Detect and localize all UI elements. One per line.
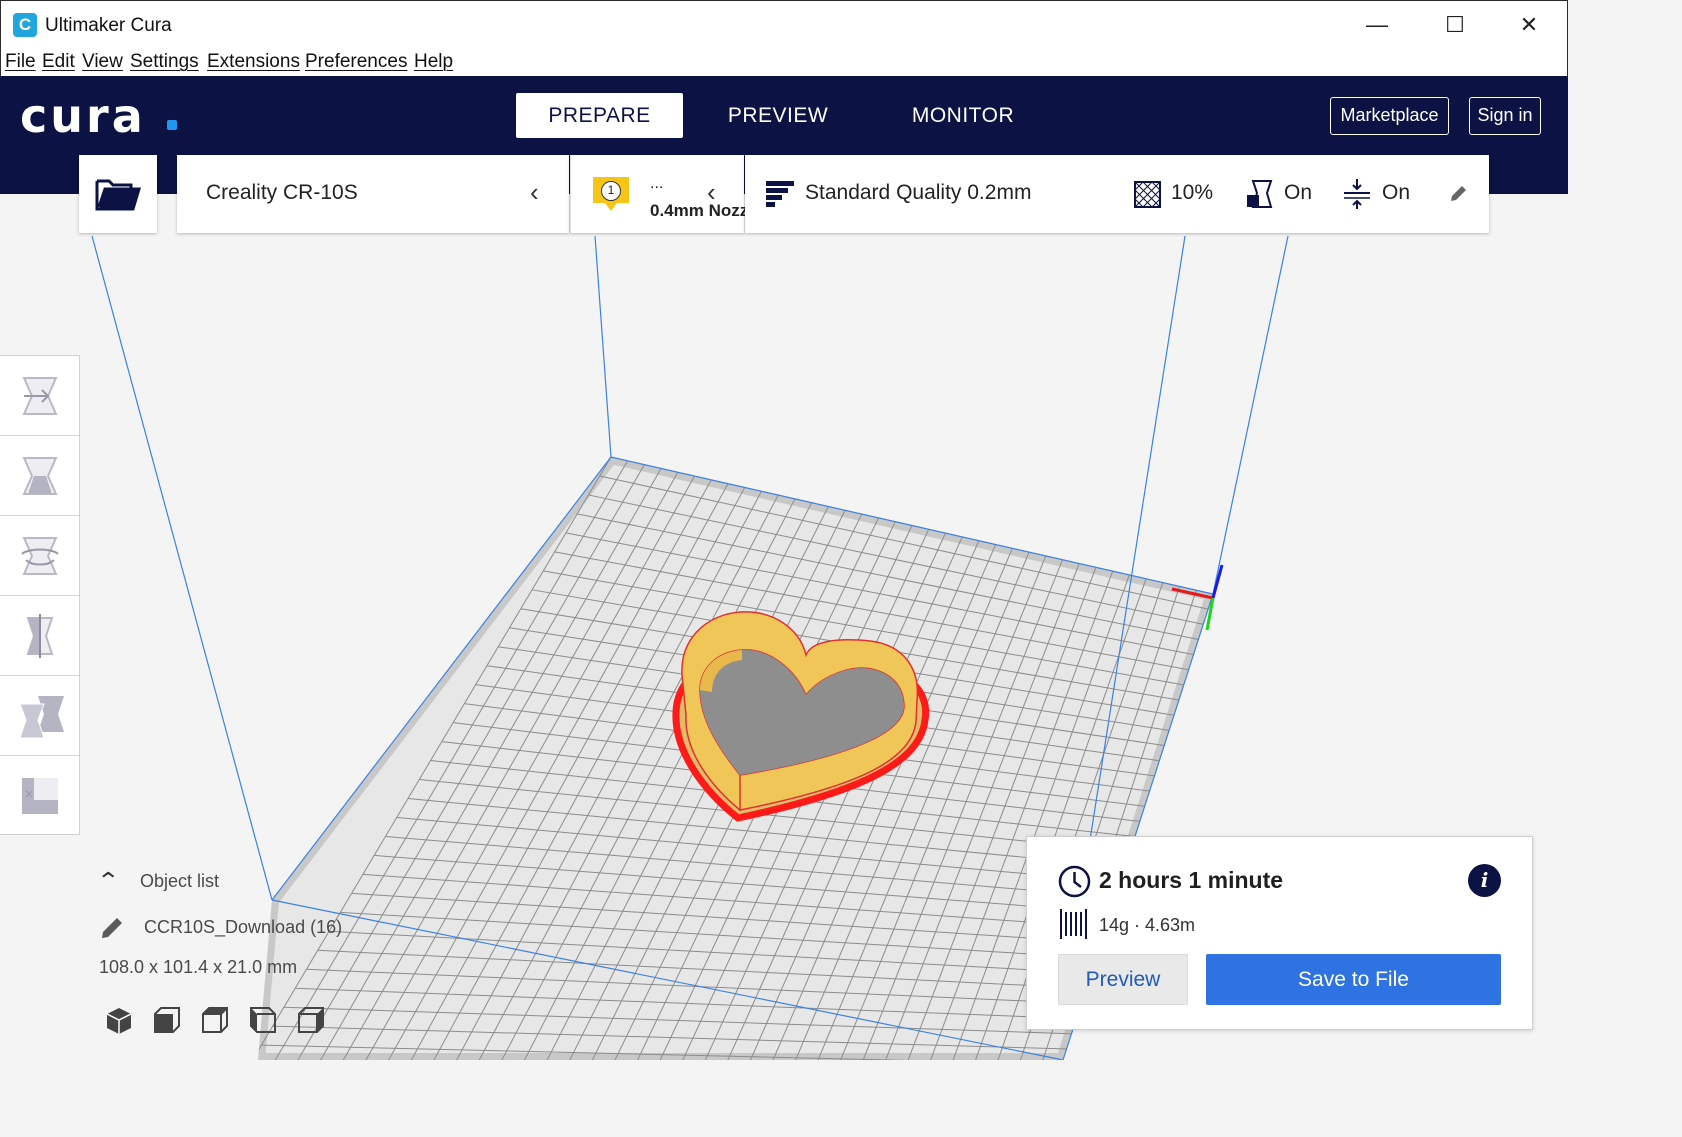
clock-icon <box>1058 865 1091 898</box>
scale-icon <box>22 457 58 495</box>
pencil-icon[interactable] <box>1449 185 1467 203</box>
nozzle-size: 0.4mm Nozzle <box>650 201 745 220</box>
object-name: CCR10S_Download (16) <box>144 917 343 937</box>
per-model-settings-tool-button[interactable] <box>0 676 79 756</box>
menu-view[interactable]: View <box>82 51 123 73</box>
cura-app-icon: C <box>13 13 37 37</box>
logo-text: cura <box>20 89 146 143</box>
extruder-number: 1 <box>601 181 621 201</box>
support-icon <box>1247 180 1273 208</box>
window-title: Ultimaker Cura <box>45 15 172 36</box>
menu-bar: File Edit View Settings Extensions Prefe… <box>0 48 1568 76</box>
material-usage: 14g · 4.63m <box>1099 915 1196 935</box>
info-icon[interactable]: i <box>1468 864 1501 897</box>
tool-panel: × <box>0 355 80 835</box>
profile-name: Standard Quality 0.2mm <box>805 181 1032 204</box>
object-dimensions: 108.0 x 101.4 x 21.0 mm <box>99 957 298 977</box>
mirror-tool-button[interactable] <box>0 596 79 676</box>
support-blocker-tool-button[interactable]: × <box>0 756 79 836</box>
menu-file[interactable]: File <box>5 51 36 73</box>
menu-extensions[interactable]: Extensions <box>207 51 300 73</box>
move-icon <box>22 377 58 415</box>
menu-settings[interactable]: Settings <box>130 51 199 73</box>
window-titlebar: C Ultimaker Cura — ☐ ✕ <box>0 0 1568 48</box>
printer-name: Creality CR-10S <box>206 181 358 204</box>
adhesion-value: On <box>1382 181 1411 204</box>
quality-bars-icon <box>766 181 794 207</box>
close-button[interactable]: ✕ <box>1499 7 1559 43</box>
print-time: 2 hours 1 minute <box>1099 867 1284 893</box>
scale-tool-button[interactable] <box>0 436 79 516</box>
front-view-icon[interactable] <box>151 1004 183 1036</box>
per-model-settings-icon <box>19 696 64 739</box>
chevron-left-icon: ‹ <box>530 177 539 207</box>
minimize-button[interactable]: — <box>1347 7 1407 43</box>
menu-help[interactable]: Help <box>414 51 453 73</box>
folder-open-icon <box>95 179 141 211</box>
maximize-button[interactable]: ☐ <box>1425 7 1485 43</box>
object-list-toggle[interactable]: Object list <box>140 871 219 892</box>
extruder-selector[interactable]: 1 ... ‹ 0.4mm Nozzle <box>570 155 745 233</box>
left-view-icon[interactable] <box>247 1004 279 1036</box>
printer-selector[interactable]: Creality CR-10S ‹ <box>177 155 569 233</box>
support-blocker-icon: × <box>22 778 58 814</box>
marketplace-button[interactable]: Marketplace <box>1330 97 1449 135</box>
pencil-icon[interactable] <box>99 915 125 941</box>
material-name: ... <box>650 175 664 192</box>
adhesion-icon <box>1344 179 1370 209</box>
menu-edit[interactable]: Edit <box>42 51 75 73</box>
tab-preview[interactable]: PREVIEW <box>700 93 856 138</box>
spool-icon <box>1060 909 1087 939</box>
menu-preferences[interactable]: Preferences <box>305 51 407 73</box>
sign-in-button[interactable]: Sign in <box>1469 97 1541 135</box>
cura-logo: cura <box>20 93 146 139</box>
support-value: On <box>1284 181 1313 204</box>
save-to-file-button[interactable]: Save to File <box>1206 954 1501 1005</box>
tab-prepare[interactable]: PREPARE <box>516 93 683 138</box>
infill-value: 10% <box>1171 181 1214 204</box>
3d-view-icon[interactable] <box>103 1004 135 1036</box>
infill-icon <box>1134 181 1161 208</box>
logo-dot <box>167 120 177 130</box>
print-summary-panel: 2 hours 1 minute i 14g · 4.63m Preview S… <box>1026 836 1533 1030</box>
print-setup-selector[interactable]: Standard Quality 0.2mm 10% On On <box>745 155 1489 233</box>
chevron-up-icon[interactable]: ⌃ <box>96 868 120 894</box>
preview-button[interactable]: Preview <box>1058 954 1188 1005</box>
open-file-button[interactable] <box>79 155 157 233</box>
rotate-icon <box>21 537 59 575</box>
right-view-icon[interactable] <box>295 1004 327 1036</box>
tab-monitor[interactable]: MONITOR <box>880 93 1046 138</box>
top-view-icon[interactable] <box>199 1004 231 1036</box>
rotate-tool-button[interactable] <box>0 516 79 596</box>
svg-text:×: × <box>24 787 34 801</box>
mirror-icon <box>26 614 54 658</box>
move-tool-button[interactable] <box>0 356 79 436</box>
